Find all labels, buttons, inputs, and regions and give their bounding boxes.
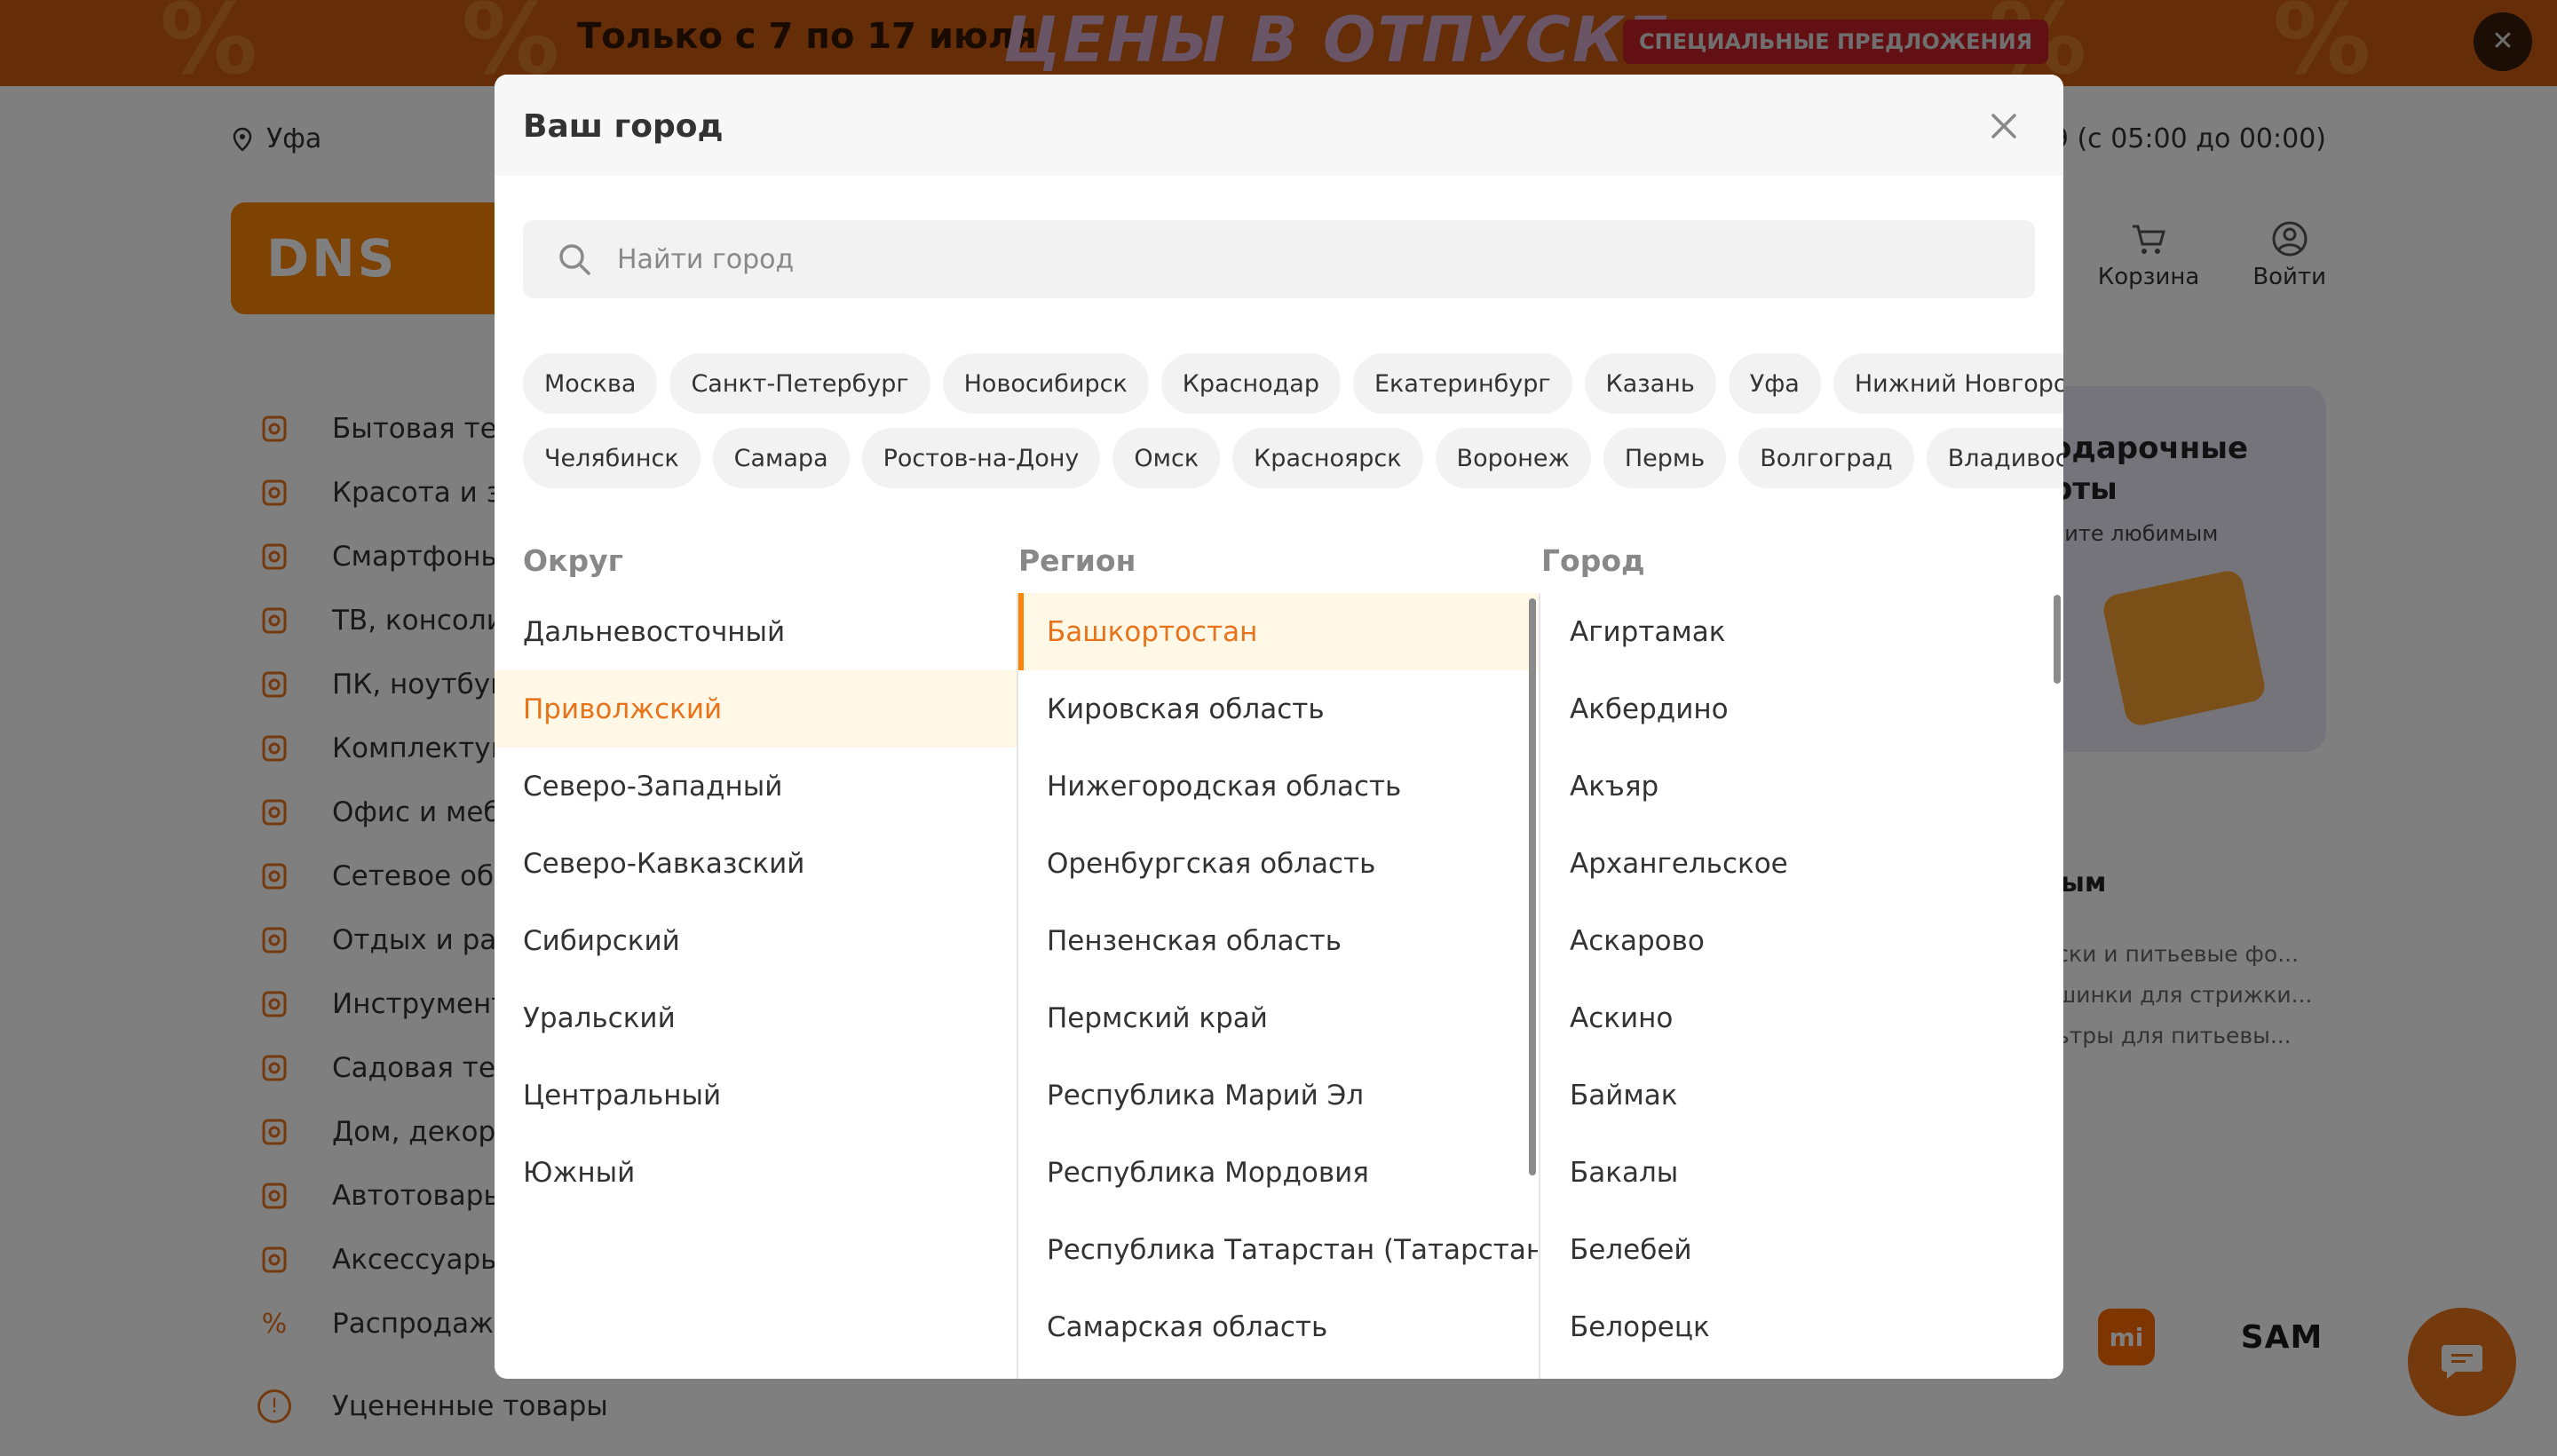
- citie-item[interactable]: Аскино: [1541, 979, 2038, 1056]
- citie-item[interactable]: Баймак: [1541, 1056, 2038, 1134]
- popular-cities-row: Челябинск Самара Ростов-на-Дону Омск Красноя…: [523, 428, 2063, 488]
- search-icon: [559, 244, 590, 275]
- popular-city-chip[interactable]: Москва: [523, 353, 658, 414]
- city-column-header: Город: [1541, 543, 1645, 578]
- city-modal: Ваш город МоскваСанкт-ПетербургНовосибир…: [495, 75, 2063, 1379]
- citie-item[interactable]: Архангельское: [1541, 825, 2038, 902]
- district-item[interactable]: Приволжский: [495, 670, 1017, 748]
- region-item[interactable]: Самарская область: [1018, 1288, 1538, 1365]
- region-item[interactable]: Башкортостан: [1018, 593, 1538, 670]
- popular-cities: Москва Санкт-Петербург Новосибирск Краснода…: [523, 353, 2063, 502]
- citie-item[interactable]: Акъяр: [1541, 748, 2038, 825]
- district-list: Дальневосточный Приволжский Северо-Западны…: [495, 593, 1017, 1379]
- district-item[interactable]: Северо-Западный: [495, 748, 1017, 825]
- region-item[interactable]: Пермский край: [1018, 979, 1538, 1056]
- popular-city-chip[interactable]: Челябинск: [523, 428, 701, 488]
- district-item[interactable]: Уральский: [495, 979, 1017, 1056]
- region-item[interactable]: Нижегородская область: [1018, 748, 1538, 825]
- modal-header: Ваш город: [495, 75, 2063, 176]
- selected-indicator: [1018, 593, 1024, 670]
- district-item[interactable]: Сибирский: [495, 902, 1017, 979]
- city-search-input[interactable]: [617, 243, 1949, 275]
- popular-city-chip[interactable]: Волгоград: [1738, 428, 1914, 488]
- citie-item[interactable]: Бакалы: [1541, 1134, 2038, 1211]
- region-item[interactable]: Республика Татарстан (Татарстан): [1018, 1211, 1538, 1288]
- citie-item[interactable]: Аскарово: [1541, 902, 2038, 979]
- popular-city-chip[interactable]: Санкт-Петербург: [669, 353, 930, 414]
- district-item[interactable]: Южный: [495, 1134, 1017, 1211]
- city-search[interactable]: [523, 220, 2035, 298]
- popular-city-chip[interactable]: Ростов-на-Дону: [861, 428, 1101, 488]
- popular-city-chip[interactable]: Казань: [1584, 353, 1716, 414]
- citie-item[interactable]: Акбердино: [1541, 670, 2038, 748]
- region-column-header: Регион: [1018, 543, 1136, 578]
- popular-city-chip[interactable]: Владивосток: [1926, 428, 2063, 488]
- city-list: Агиртамак Акбердино Акъяр Архангельское Аска…: [1541, 593, 2038, 1379]
- district-item[interactable]: Северо-Кавказский: [495, 825, 1017, 902]
- popular-city-chip[interactable]: Самара: [712, 428, 850, 488]
- region-item[interactable]: Пензенская область: [1018, 902, 1538, 979]
- close-icon[interactable]: [1986, 108, 2022, 144]
- region-scrollbar[interactable]: [1529, 598, 1536, 1175]
- city-scrollbar[interactable]: [2054, 595, 2061, 684]
- popular-city-chip[interactable]: Омск: [1112, 428, 1221, 488]
- popular-city-chip[interactable]: Новосибирск: [942, 353, 1149, 414]
- popular-city-chip[interactable]: Красноярск: [1232, 428, 1423, 488]
- popular-city-chip[interactable]: Воронеж: [1435, 428, 1591, 488]
- popular-city-chip[interactable]: Уфа: [1728, 353, 1821, 414]
- citie-item[interactable]: Белорецк: [1541, 1288, 2038, 1365]
- popular-cities-row: Москва Санкт-Петербург Новосибирск Краснода…: [523, 353, 2063, 414]
- district-item[interactable]: Дальневосточный: [495, 593, 1017, 670]
- region-item[interactable]: Республика Марий Эл: [1018, 1056, 1538, 1134]
- region-item[interactable]: Кировская область: [1018, 670, 1538, 748]
- citie-item[interactable]: Белебей: [1541, 1211, 2038, 1288]
- modal-title: Ваш город: [523, 108, 724, 145]
- district-column-header: Округ: [523, 543, 623, 578]
- citie-item[interactable]: Агиртамак: [1541, 593, 2038, 670]
- popular-city-chip[interactable]: Краснодар: [1160, 353, 1341, 414]
- popular-city-chip[interactable]: Нижний Новгород: [1833, 353, 2063, 414]
- region-list: Башкортостан Кировская область Нижегородск…: [1018, 593, 1538, 1379]
- region-item[interactable]: Оренбургская область: [1018, 825, 1538, 902]
- district-item[interactable]: Центральный: [495, 1056, 1017, 1134]
- column-divider: [1539, 593, 1540, 1379]
- region-item[interactable]: Республика Мордовия: [1018, 1134, 1538, 1211]
- banner-dim: [0, 0, 2557, 86]
- popular-city-chip[interactable]: Пермь: [1603, 428, 1727, 488]
- popular-city-chip[interactable]: Екатеринбург: [1353, 353, 1572, 414]
